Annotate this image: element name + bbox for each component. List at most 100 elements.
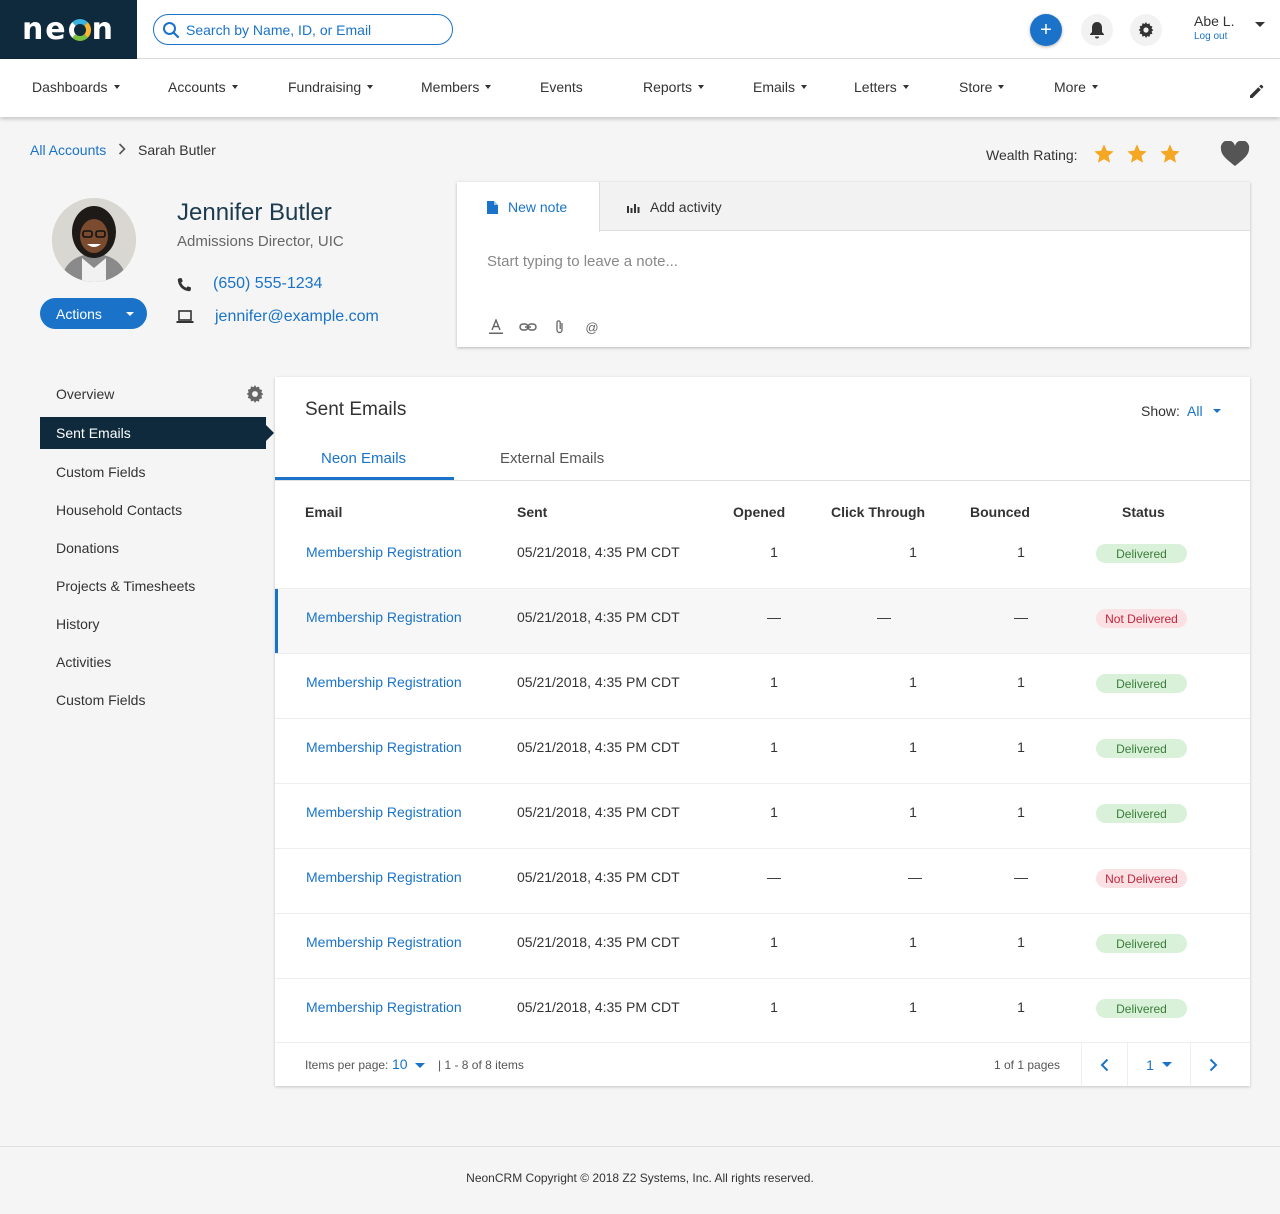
email-link[interactable]: Membership Registration xyxy=(306,674,462,690)
sidebar-item-activities[interactable]: Activities xyxy=(40,646,266,678)
edit-pencil-icon[interactable] xyxy=(1249,84,1264,99)
sent-date: 05/21/2018, 4:35 PM CDT xyxy=(517,674,680,690)
sidebar-item-custom-fields-2[interactable]: Custom Fields xyxy=(40,684,266,716)
page-select[interactable]: 1 xyxy=(1127,1043,1190,1086)
note-toolbar: @ xyxy=(487,319,601,335)
contact-title: Admissions Director, UIC xyxy=(177,233,344,250)
column-header-bounced[interactable]: Bounced xyxy=(970,504,1030,520)
sent-date: 05/21/2018, 4:35 PM CDT xyxy=(517,869,680,885)
phone-icon xyxy=(177,278,191,292)
column-header-click-through[interactable]: Click Through xyxy=(831,504,925,520)
nav-events[interactable]: Events xyxy=(540,79,583,95)
tab-new-note[interactable]: New note xyxy=(487,199,567,215)
click-through-count: 1 xyxy=(909,804,917,820)
link-icon[interactable] xyxy=(519,321,537,333)
sent-date: 05/21/2018, 4:35 PM CDT xyxy=(517,609,680,625)
actions-button[interactable]: Actions xyxy=(40,298,147,329)
chevron-down-icon xyxy=(698,85,705,89)
search-input[interactable] xyxy=(186,21,436,38)
table-row[interactable]: Membership Registration 05/21/2018, 4:35 … xyxy=(275,849,1250,914)
email-link[interactable]: Membership Registration xyxy=(306,739,462,755)
column-header-sent[interactable]: Sent xyxy=(517,504,547,520)
sidebar-item-overview[interactable]: Overview xyxy=(40,378,266,410)
nav-more[interactable]: More xyxy=(1054,79,1098,95)
nav-reports[interactable]: Reports xyxy=(643,79,705,95)
sidebar-item-sent-emails[interactable]: Sent Emails xyxy=(40,417,266,449)
contact-email-link[interactable]: jennifer@example.com xyxy=(215,308,379,326)
show-filter-select[interactable]: All xyxy=(1187,403,1203,419)
sidebar-item-donations[interactable]: Donations xyxy=(40,532,266,564)
sidebar-item-custom-fields[interactable]: Custom Fields xyxy=(40,456,266,488)
gear-icon[interactable] xyxy=(246,385,264,403)
bounced-count: — xyxy=(1014,869,1028,885)
table-row[interactable]: Membership Registration 05/21/2018, 4:35 … xyxy=(275,654,1250,719)
tab-add-activity[interactable]: Add activity xyxy=(627,199,722,215)
nav-emails[interactable]: Emails xyxy=(753,79,808,95)
click-through-count: — xyxy=(877,609,891,625)
email-link[interactable]: Membership Registration xyxy=(306,934,462,950)
bounced-count: — xyxy=(1014,609,1028,625)
tab-divider xyxy=(275,480,1250,481)
table-row[interactable]: Membership Registration 05/21/2018, 4:35 … xyxy=(275,979,1250,1043)
selected-row-indicator xyxy=(275,589,278,653)
sidebar-item-history[interactable]: History xyxy=(40,608,266,640)
prev-page-button[interactable] xyxy=(1081,1043,1127,1086)
table-row[interactable]: Membership Registration 05/21/2018, 4:35 … xyxy=(275,784,1250,849)
tab-neon-emails[interactable]: Neon Emails xyxy=(321,450,406,467)
contact-phone-link[interactable]: (650) 555-1234 xyxy=(213,275,322,293)
logout-link[interactable]: Log out xyxy=(1194,31,1234,42)
click-through-count: — xyxy=(908,869,922,885)
table-row[interactable]: Membership Registration 05/21/2018, 4:35 … xyxy=(275,524,1250,589)
next-page-button[interactable] xyxy=(1190,1043,1236,1086)
table-row[interactable]: Membership Registration 05/21/2018, 4:35 … xyxy=(275,914,1250,979)
email-link[interactable]: Membership Registration xyxy=(306,804,462,820)
attachment-icon[interactable] xyxy=(551,319,569,335)
user-menu[interactable]: Abe L. Log out xyxy=(1194,13,1234,42)
nav-letters[interactable]: Letters xyxy=(854,79,909,95)
sidebar-item-projects-timesheets[interactable]: Projects & Timesheets xyxy=(40,570,266,602)
nav-store[interactable]: Store xyxy=(959,79,1005,95)
email-link[interactable]: Membership Registration xyxy=(306,869,462,885)
heart-icon[interactable] xyxy=(1220,141,1250,167)
sidebar-item-household-contacts[interactable]: Household Contacts xyxy=(40,494,266,526)
add-button[interactable]: + xyxy=(1030,14,1062,46)
table-row[interactable]: Membership Registration 05/21/2018, 4:35 … xyxy=(275,589,1250,654)
items-range: | 1 - 8 of 8 items xyxy=(438,1058,524,1072)
tab-external-emails[interactable]: External Emails xyxy=(500,450,604,467)
chevron-down-icon[interactable] xyxy=(415,1063,425,1068)
bounced-count: 1 xyxy=(1017,544,1025,560)
settings-button[interactable] xyxy=(1130,14,1162,46)
nav-members[interactable]: Members xyxy=(421,79,492,95)
breadcrumb-all-accounts[interactable]: All Accounts xyxy=(30,142,106,158)
actions-button-label: Actions xyxy=(56,305,102,322)
neon-logo[interactable]: ne n xyxy=(0,0,137,59)
sent-date: 05/21/2018, 4:35 PM CDT xyxy=(517,739,680,755)
column-header-status[interactable]: Status xyxy=(1122,504,1165,520)
avatar xyxy=(52,198,136,282)
nav-accounts[interactable]: Accounts xyxy=(168,79,238,95)
bounced-count: 1 xyxy=(1017,934,1025,950)
nav-fundraising[interactable]: Fundraising xyxy=(288,79,374,95)
email-link[interactable]: Membership Registration xyxy=(306,544,462,560)
column-header-opened[interactable]: Opened xyxy=(733,504,785,520)
nav-dashboards[interactable]: Dashboards xyxy=(32,79,120,95)
email-link[interactable]: Membership Registration xyxy=(306,999,462,1015)
top-header: nen + Abe L. Log out xyxy=(0,0,1280,59)
chevron-down-icon xyxy=(113,85,120,89)
notifications-button[interactable] xyxy=(1081,14,1113,46)
table-row[interactable]: Membership Registration 05/21/2018, 4:35 … xyxy=(275,719,1250,784)
status-badge: Delivered xyxy=(1096,999,1187,1018)
email-link[interactable]: Membership Registration xyxy=(306,609,462,625)
logo-text: ne n xyxy=(21,12,116,47)
chevron-down-icon xyxy=(367,85,374,89)
text-format-icon[interactable] xyxy=(487,319,505,335)
column-header-email[interactable]: Email xyxy=(305,504,342,520)
note-input[interactable] xyxy=(487,253,1187,270)
items-per-page-select[interactable]: 10 xyxy=(392,1056,408,1072)
user-menu-caret-icon[interactable] xyxy=(1255,22,1265,27)
chevron-down-icon[interactable] xyxy=(1213,409,1221,413)
mention-icon[interactable]: @ xyxy=(583,320,601,335)
active-indicator-arrow xyxy=(266,425,274,441)
search-box[interactable] xyxy=(153,14,453,45)
bar-chart-icon xyxy=(627,203,640,213)
